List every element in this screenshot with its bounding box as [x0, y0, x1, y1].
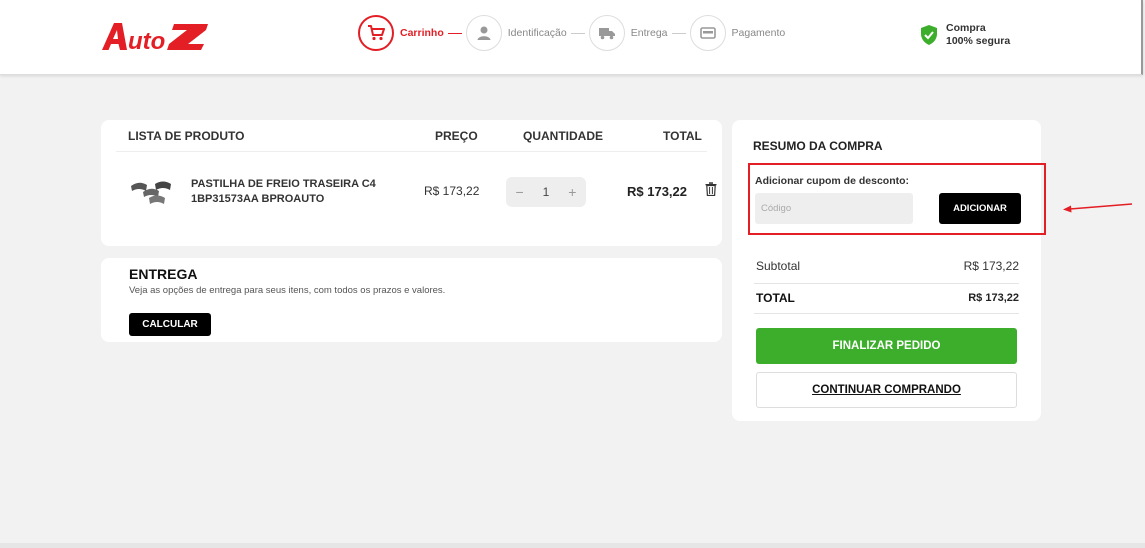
delivery-card: ENTREGA Veja as opções de entrega para s… — [101, 258, 722, 342]
header-product: LISTA DE PRODUTO — [128, 129, 245, 143]
order-summary-card: RESUMO DA COMPRA Adicionar cupom de desc… — [732, 120, 1046, 421]
header-divider — [116, 151, 707, 152]
annotation-arrow-icon — [1063, 203, 1133, 213]
continue-shopping-button[interactable]: CONTINUAR COMPRANDO — [756, 372, 1017, 408]
calculate-shipping-button[interactable]: CALCULAR — [129, 313, 211, 336]
product-list-card: LISTA DE PRODUTO PREÇO QUANTIDADE TOTAL … — [101, 120, 722, 246]
step-label: Carrinho — [400, 27, 444, 39]
shield-check-icon — [921, 25, 937, 45]
product-name[interactable]: PASTILHA DE FREIO TRASEIRA C4 1BP31573AA… — [191, 177, 401, 207]
step-entrega[interactable]: Entrega — [588, 15, 668, 51]
page-bottom-bar — [0, 543, 1145, 548]
product-thumbnail[interactable] — [129, 178, 175, 206]
subtotal-value: R$ 173,22 — [963, 259, 1019, 273]
checkout-steps: Carrinho Identificação Entrega Pagamento — [358, 15, 785, 51]
quantity-stepper: − 1 + — [506, 177, 586, 207]
step-circle — [358, 15, 394, 51]
add-coupon-button[interactable]: ADICIONAR — [939, 193, 1021, 224]
subtotal-label: Subtotal — [756, 259, 801, 273]
header-quantity: QUANTIDADE — [523, 129, 603, 143]
quantity-minus-button[interactable]: − — [515, 184, 523, 200]
coupon-section: Adicionar cupom de desconto: ADICIONAR — [748, 163, 1046, 235]
step-circle — [465, 15, 502, 51]
delivery-title: ENTREGA — [129, 266, 198, 282]
card-icon — [699, 27, 716, 39]
step-label: Pagamento — [731, 27, 786, 39]
total-label: TOTAL — [756, 291, 795, 305]
coupon-label: Adicionar cupom de desconto: — [755, 175, 910, 187]
step-circle — [588, 15, 625, 51]
svg-text:uto: uto — [128, 28, 165, 52]
step-pagamento[interactable]: Pagamento — [689, 15, 786, 51]
step-label: Identificação — [507, 27, 567, 39]
trash-icon[interactable] — [705, 182, 717, 196]
quantity-plus-button[interactable]: + — [568, 184, 576, 200]
step-circle — [689, 15, 726, 51]
step-connector — [447, 32, 462, 34]
quantity-value[interactable]: 1 — [543, 185, 550, 199]
product-total: R$ 173,22 — [627, 184, 687, 199]
summary-title: RESUMO DA COMPRA — [753, 139, 883, 153]
secure-line1: Compra — [946, 22, 986, 34]
step-connector — [570, 32, 585, 34]
cart-icon — [368, 25, 385, 41]
step-connector — [671, 32, 686, 34]
summary-divider — [754, 313, 1019, 314]
truck-icon — [598, 28, 615, 40]
step-carrinho[interactable]: Carrinho — [358, 15, 444, 51]
autoz-logo-mark: uto — [102, 23, 208, 52]
user-icon — [477, 26, 491, 40]
site-header: uto Carrinho Identificação Entrega Pagam… — [0, 0, 1143, 75]
header-total: TOTAL — [663, 129, 702, 143]
secure-text: Compra 100% segura — [946, 22, 1010, 48]
secure-purchase-badge: Compra 100% segura — [920, 22, 1010, 48]
total-value: R$ 173,22 — [968, 292, 1019, 304]
coupon-code-input[interactable] — [755, 193, 913, 224]
summary-divider — [754, 283, 1019, 284]
secure-line2: 100% segura — [946, 35, 1011, 47]
delivery-description: Veja as opções de entrega para seus iten… — [129, 285, 446, 296]
finalize-order-button[interactable]: FINALIZAR PEDIDO — [756, 328, 1017, 364]
step-label: Entrega — [630, 27, 668, 39]
header-price: PREÇO — [435, 129, 478, 143]
step-identificacao[interactable]: Identificação — [465, 15, 567, 51]
autoz-logo[interactable]: uto — [100, 20, 210, 52]
product-price: R$ 173,22 — [424, 184, 480, 198]
